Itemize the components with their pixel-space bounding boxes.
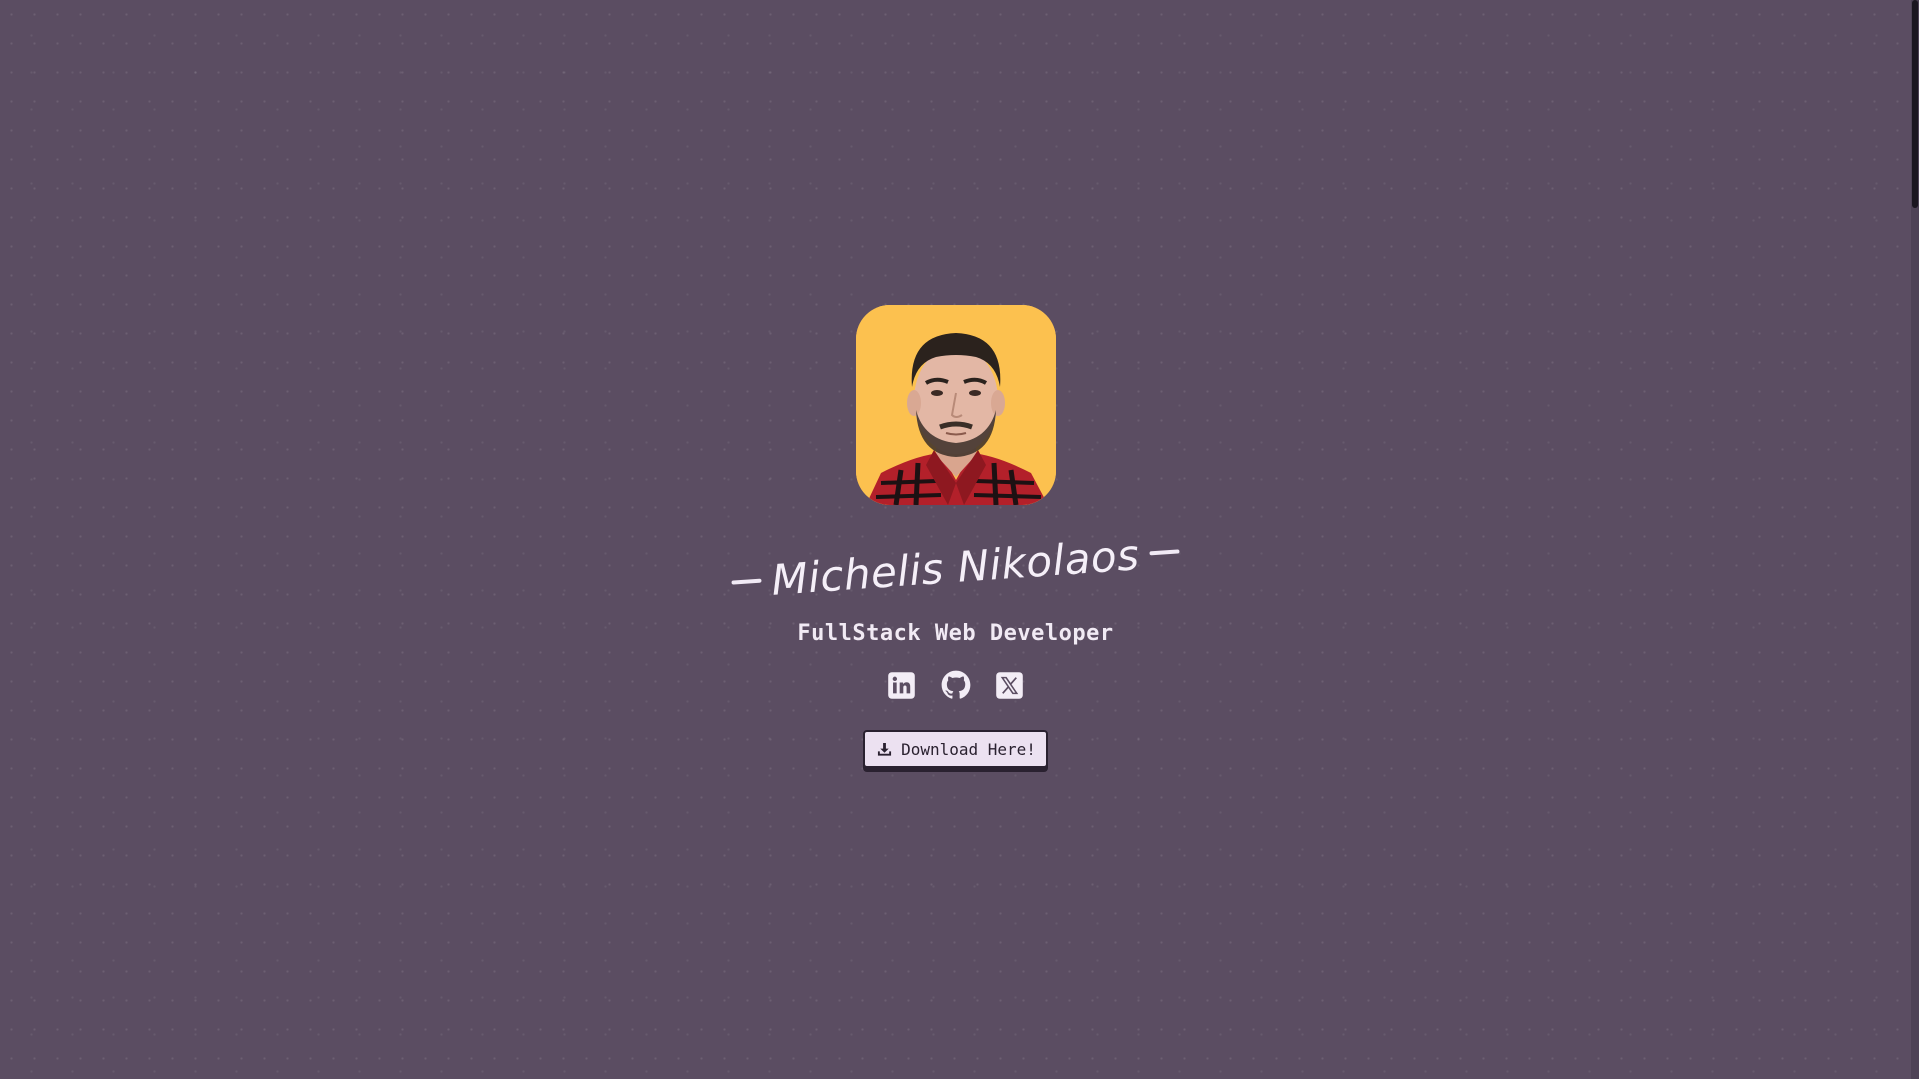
avatar [855, 305, 1056, 505]
x-twitter-link[interactable] [995, 670, 1025, 700]
profile-role: FullStack Web Developer [797, 621, 1114, 646]
page-scrollbar[interactable] [1911, 0, 1919, 1079]
github-icon [941, 670, 970, 699]
download-icon [878, 742, 892, 756]
github-link[interactable] [941, 670, 971, 700]
download-button-label: Download Here! [901, 739, 1036, 759]
download-cv-button[interactable]: Download Here! [863, 730, 1048, 768]
social-links [887, 670, 1025, 700]
hero-section: Michelis Nikolaos FullStack Web Develope… [0, 305, 1911, 768]
x-twitter-icon [996, 671, 1023, 699]
name-heading: Michelis Nikolaos [730, 525, 1181, 608]
page: Michelis Nikolaos FullStack Web Develope… [0, 0, 1911, 1079]
profile-name: Michelis Nikolaos [769, 529, 1142, 605]
profile-photo [855, 305, 1056, 505]
linkedin-icon [888, 671, 915, 699]
linkedin-link[interactable] [887, 670, 917, 700]
scrollbar-thumb[interactable] [1912, 0, 1918, 208]
decorative-dash-left [731, 578, 762, 585]
decorative-dash-right [1149, 549, 1180, 556]
